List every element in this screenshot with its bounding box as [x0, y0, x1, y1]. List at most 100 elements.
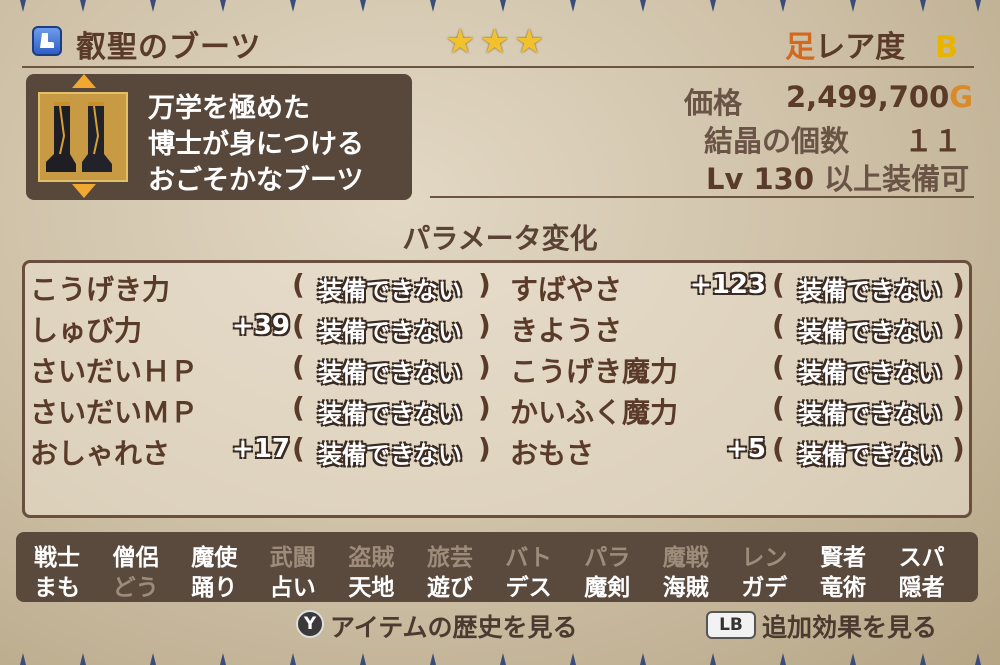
parameter-bonus: +5 — [726, 434, 766, 464]
slot-label: 足 — [785, 30, 816, 65]
extra-effects-hint[interactable]: 追加効果を見る — [762, 608, 937, 644]
parameter-status: 装備できない — [318, 359, 462, 387]
job-label: 魔剣 — [584, 575, 631, 601]
job-label: 踊り — [191, 575, 238, 601]
parameter-paren-open: ( — [772, 391, 785, 424]
lb-button-icon[interactable]: LB — [706, 611, 756, 639]
parameter-name: こうげき魔力 — [510, 355, 679, 388]
parameter-name: おしゃれさ — [30, 437, 171, 470]
parameter-paren-open: ( — [292, 309, 305, 342]
job-label: 戦士 — [34, 545, 80, 571]
job-label: ガデ — [741, 575, 788, 601]
price-number: 2,499,700 — [786, 80, 950, 114]
job-label: 旅芸 — [427, 545, 473, 571]
price-value: 2,499,700G — [786, 80, 973, 114]
parameter-name: すばやさ — [510, 273, 623, 306]
parameter-paren-close: ) — [952, 391, 965, 424]
job-label: パラ — [584, 545, 631, 571]
parameter-bonus: +123 — [689, 270, 766, 300]
description-line-1: 万学を極めた — [148, 93, 310, 124]
parameter-name: こうげき力 — [30, 273, 171, 306]
parameter-status: 装備できない — [798, 318, 942, 346]
meta-divider — [430, 196, 974, 198]
up-arrow-icon[interactable] — [72, 74, 96, 88]
boot-slot-icon — [32, 26, 62, 56]
item-detail-panel: 叡聖のブーツ ★★★ 足レア度 B 万学を極めた 博士が身につける おごそかなブー… — [0, 0, 1000, 665]
header-divider — [22, 66, 974, 68]
star-rating: ★★★ — [445, 22, 549, 62]
parameter-name: さいだいＨＰ — [30, 355, 199, 388]
parameter-paren-open: ( — [292, 432, 305, 465]
parameter-paren-close: ) — [478, 391, 491, 424]
parameter-paren-open: ( — [772, 268, 785, 301]
parameter-paren-open: ( — [292, 350, 305, 383]
parameter-paren-open: ( — [292, 391, 305, 424]
job-label: 魔使 — [191, 545, 238, 571]
job-label: まも — [34, 575, 80, 601]
parameter-status: 装備できない — [318, 441, 462, 469]
job-label: 隠者 — [898, 575, 945, 601]
rarity-grade: B — [935, 30, 958, 65]
crystal-label: 結晶の個数 — [704, 124, 850, 158]
rarity-info: 足レア度 B — [785, 22, 958, 66]
parameter-paren-close: ) — [952, 309, 965, 342]
price-label: 価格 — [684, 86, 743, 120]
item-name: 叡聖のブーツ — [76, 30, 262, 65]
job-label: 僧侶 — [112, 545, 159, 571]
parameter-status: 装備できない — [798, 400, 942, 428]
parameter-paren-open: ( — [772, 350, 785, 383]
parameter-status: 装備できない — [318, 400, 462, 428]
parameter-paren-close: ) — [952, 350, 965, 383]
parameter-paren-open: ( — [772, 309, 785, 342]
parameter-name: かいふく魔力 — [510, 396, 679, 429]
job-label: 遊び — [427, 575, 473, 601]
parameter-name: おもさ — [510, 437, 595, 470]
y-button-icon[interactable]: Y — [296, 610, 324, 638]
job-label: 賢者 — [820, 545, 866, 571]
item-history-hint[interactable]: アイテムの歴史を見る — [330, 608, 578, 644]
parameter-status: 装備できない — [798, 359, 942, 387]
job-label: 海賊 — [662, 575, 709, 601]
job-label: レン — [741, 545, 788, 571]
parameter-status: 装備できない — [318, 277, 462, 305]
parameter-status: 装備できない — [798, 441, 942, 469]
rarity-label: レア度 — [815, 30, 906, 65]
description-line-2: 博士が身につける — [148, 129, 364, 160]
parameter-name: しゅび力 — [30, 314, 143, 347]
level-requirement: Lv 130 以上装備可 — [706, 156, 969, 198]
parameter-paren-open: ( — [292, 268, 305, 301]
crystal-value: １１ — [904, 124, 963, 158]
parameter-name: きようさ — [510, 314, 623, 347]
parameter-paren-close: ) — [478, 268, 491, 301]
job-label: 天地 — [348, 575, 395, 601]
parameter-paren-close: ) — [952, 432, 965, 465]
job-label: 竜術 — [820, 575, 866, 601]
parameter-paren-close: ) — [952, 268, 965, 301]
parameter-status: 装備できない — [798, 277, 942, 305]
parameter-name: さいだいＭＰ — [30, 396, 199, 429]
parameter-paren-close: ) — [478, 432, 491, 465]
parameter-paren-close: ) — [478, 309, 491, 342]
parameter-paren-open: ( — [772, 432, 785, 465]
item-image — [38, 92, 128, 182]
bottom-border-decoration — [20, 653, 981, 665]
top-border-decoration — [20, 0, 981, 12]
down-arrow-icon[interactable] — [72, 184, 96, 198]
level-prefix: Lv — [706, 162, 744, 196]
job-label: 盗賊 — [348, 545, 395, 571]
job-label: デス — [505, 575, 552, 601]
parameter-section-title: パラメータ変化 — [402, 222, 598, 255]
parameter-bonus: +17 — [232, 434, 290, 464]
description-line-3: おごそかなブーツ — [148, 165, 364, 196]
price-unit: G — [949, 80, 974, 114]
level-suffix: 以上装備可 — [824, 162, 970, 196]
parameter-status: 装備できない — [318, 318, 462, 346]
parameter-paren-close: ) — [478, 350, 491, 383]
job-label: どう — [112, 575, 159, 601]
job-label: 武闘 — [269, 545, 316, 571]
job-label: スパ — [898, 545, 945, 571]
job-label: 占い — [269, 575, 316, 601]
job-label: バト — [505, 545, 552, 571]
job-label: 魔戦 — [662, 545, 709, 571]
parameter-bonus: +39 — [232, 311, 290, 341]
